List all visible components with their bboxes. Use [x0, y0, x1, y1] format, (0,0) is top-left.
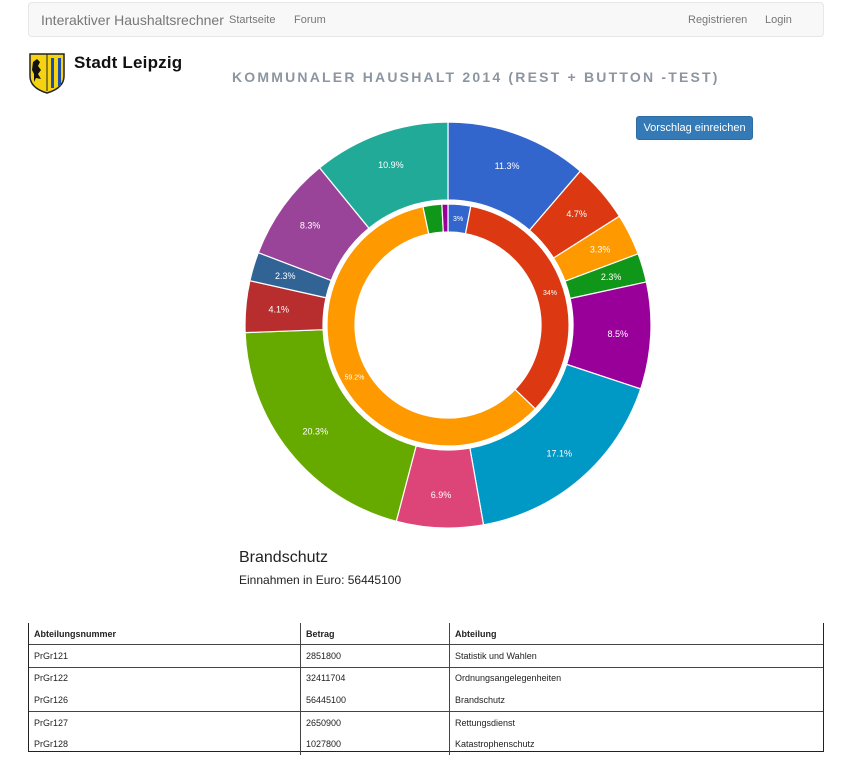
cell-number: PrGr127: [34, 717, 69, 728]
inner-ring-slice-label: 59.2%: [345, 374, 365, 381]
cell-number: PrGr128: [34, 739, 69, 750]
submit-proposal-button[interactable]: Vorschlag einreichen: [636, 116, 753, 140]
column-header-abteilung: Abteilung: [449, 623, 823, 645]
cell-department: Brandschutz: [449, 689, 823, 712]
table-row[interactable]: PrGr128 1027800 Katastrophenschutz: [29, 733, 823, 755]
nav-link-forum[interactable]: Forum: [294, 14, 326, 26]
coat-of-arms-icon: [29, 53, 65, 94]
outer-ring-slice-label: 2.3%: [601, 272, 622, 282]
outer-ring-slice-label: 10.9%: [378, 160, 404, 170]
cell-department: Statistik und Wahlen: [449, 644, 823, 668]
navbar-brand[interactable]: Interaktiver Haushaltsrechner: [41, 12, 224, 28]
cell-amount: 1027800: [300, 733, 450, 755]
cell-number: PrGr126: [29, 689, 301, 712]
cell-number: PrGr122: [34, 673, 69, 684]
cell-amount: 32411704: [300, 667, 450, 690]
cell-department: Rettungsdienst: [449, 711, 823, 734]
navbar: Interaktiver Haushaltsrechner Startseite…: [28, 2, 824, 37]
outer-ring-slice-label: 6.9%: [431, 490, 452, 500]
selected-department-name: Brandschutz: [239, 549, 328, 566]
nav-link-registrieren[interactable]: Registrieren: [688, 14, 747, 26]
table-row[interactable]: PrGr126 56445100 Brandschutz: [29, 689, 823, 712]
outer-ring-slice-label: 4.1%: [268, 305, 289, 315]
selected-department-amount: Einnahmen in Euro: 56445100: [239, 573, 402, 587]
city-logo: Stadt Leipzig: [28, 52, 188, 94]
table-row[interactable]: PrGr122 32411704 Ordnungsangelegenheiten: [29, 667, 823, 690]
city-logo-text: Stadt Leipzig: [74, 53, 183, 72]
outer-ring-slice-label: 11.3%: [495, 161, 520, 171]
table-row[interactable]: PrGr121 2851800 Statistik und Wahlen: [29, 644, 823, 668]
outer-ring-slice-label: 3.3%: [590, 244, 611, 254]
outer-ring-slice-label: 2.3%: [275, 271, 296, 281]
table-header-row: Abteilungsnummer Betrag Abteilung: [29, 623, 823, 645]
cell-amount: 2650900: [300, 711, 450, 734]
budget-donut-chart[interactable]: 11.3% 4.7% 3.3% 2.3% 8.5% 17.1% 6.9% 20.3% 4.1% 2…: [228, 112, 668, 542]
nav-link-login[interactable]: Login: [765, 14, 792, 26]
inner-ring-slice-label: 3%: [453, 216, 463, 223]
outer-ring-slice-label: 17.1%: [546, 449, 572, 459]
column-header-betrag: Betrag: [300, 623, 450, 645]
outer-ring-slice-label: 8.3%: [300, 221, 321, 231]
outer-ring-slice-label: 8.5%: [607, 329, 628, 339]
departments-table: Abteilungsnummer Betrag Abteilung PrGr12…: [28, 623, 824, 755]
cell-amount: 2851800: [300, 644, 450, 668]
column-header-abteilungsnummer: Abteilungsnummer: [29, 623, 301, 645]
cell-amount: 56445100: [300, 689, 450, 712]
page-title: KOMMUNALER HAUSHALT 2014 (REST + BUTTON …: [232, 69, 720, 85]
outer-ring-slice-label: 4.7%: [566, 209, 587, 219]
table-row[interactable]: PrGr127 2650900 Rettungsdienst: [29, 711, 823, 734]
cell-department: Katastrophenschutz: [449, 733, 823, 755]
cell-number: PrGr121: [29, 644, 301, 668]
nav-link-startseite[interactable]: Startseite: [229, 14, 275, 26]
outer-ring-slice-label: 20.3%: [303, 426, 329, 436]
inner-ring-slice[interactable]: [441, 203, 449, 233]
inner-ring-slice-label: 34%: [543, 290, 557, 297]
outer-ring-slice[interactable]: [469, 363, 642, 526]
cell-department: Ordnungsangelegenheiten: [449, 667, 823, 690]
